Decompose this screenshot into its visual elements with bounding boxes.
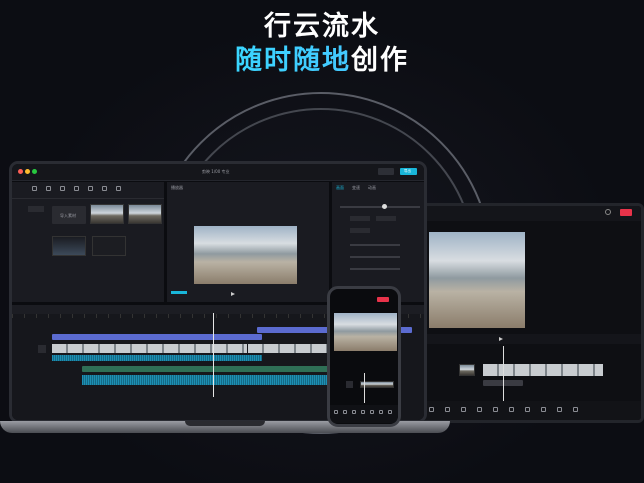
phone-cover-icon[interactable] <box>346 381 353 388</box>
window-titlebar: 剪映 1/00 专业 导出 <box>12 164 424 181</box>
sidebar-item-local[interactable] <box>28 206 44 212</box>
import-button[interactable]: 导入素材 <box>52 206 86 224</box>
inspector-panel: 画面 变速 动画 <box>332 182 424 302</box>
tool-effect-icon[interactable] <box>493 407 498 412</box>
audio-waveform-1[interactable] <box>52 355 262 361</box>
inspector-tab-3[interactable]: 动画 <box>368 185 376 191</box>
text-icon[interactable] <box>60 186 65 191</box>
phone-effect-icon[interactable] <box>370 410 374 414</box>
tablet-export-button[interactable] <box>620 209 632 216</box>
playhead[interactable] <box>213 313 214 397</box>
phone-export-button[interactable] <box>377 297 389 302</box>
app-title: 剪映 1/00 专业 <box>202 169 230 174</box>
tablet-playhead[interactable] <box>503 346 504 406</box>
laptop-notch <box>185 421 265 426</box>
rotate-field[interactable] <box>350 228 370 233</box>
tablet-playbar <box>421 334 641 344</box>
tablet-topbar <box>421 206 641 221</box>
media-thumb-2[interactable] <box>128 204 162 224</box>
export-label: 导出 <box>404 169 411 173</box>
inspector-tab-2[interactable]: 变速 <box>352 185 360 191</box>
sticker-icon[interactable] <box>74 186 79 191</box>
phone-cut-icon[interactable] <box>334 410 338 414</box>
media-icon[interactable] <box>32 186 37 191</box>
audio-waveform-2[interactable] <box>82 375 332 385</box>
opacity-slider[interactable] <box>350 244 400 246</box>
phone-playhead[interactable] <box>364 373 365 403</box>
phone-device <box>327 286 401 427</box>
tool-overlay-icon[interactable] <box>557 407 562 412</box>
media-thumb-4[interactable] <box>92 236 126 256</box>
close-dot[interactable] <box>18 169 23 174</box>
video-clip-1[interactable] <box>52 344 247 353</box>
phone-adjust-icon[interactable] <box>388 410 392 414</box>
import-label: 导入素材 <box>60 213 76 218</box>
mix-slider[interactable] <box>350 268 400 270</box>
tool-canvas-icon[interactable] <box>541 407 546 412</box>
player-video <box>194 226 297 284</box>
blend-slider[interactable] <box>350 256 400 258</box>
timecode <box>171 291 187 294</box>
text-track-1[interactable] <box>52 334 262 340</box>
effect-track[interactable] <box>82 366 332 372</box>
headline-tail: 创作 <box>351 45 409 76</box>
tablet-video-clip[interactable] <box>483 364 603 376</box>
phone-filter-icon[interactable] <box>379 410 383 414</box>
minimize-dot[interactable] <box>25 169 30 174</box>
phone-sticker-icon[interactable] <box>361 410 365 414</box>
scale-slider[interactable] <box>340 206 420 208</box>
tool-filter-icon[interactable] <box>509 407 514 412</box>
tablet-bottom-toolbar <box>421 401 641 420</box>
audio-icon[interactable] <box>46 186 51 191</box>
tool-adjust-icon[interactable] <box>525 407 530 412</box>
play-icon[interactable] <box>499 337 503 341</box>
player-title: 播放器 <box>171 185 183 190</box>
tool-sticker-icon[interactable] <box>477 407 482 412</box>
play-button[interactable] <box>231 292 235 296</box>
divider <box>12 198 164 199</box>
inspector-tab-1[interactable]: 画面 <box>336 185 344 191</box>
promo-canvas: 行云流水 随时随地创作 剪映 1/00 专业 导出 导入素材 播放器 画面 变速… <box>0 0 644 483</box>
tool-cut-icon[interactable] <box>429 407 434 412</box>
pos-y-field[interactable] <box>376 216 396 221</box>
phone-audio-icon[interactable] <box>343 410 347 414</box>
player-panel: 播放器 <box>167 182 329 302</box>
track-cover-icon[interactable] <box>38 345 46 353</box>
filter-icon[interactable] <box>116 186 121 191</box>
shortcut-button[interactable] <box>378 168 394 175</box>
headline-highlight: 随时随地 <box>235 45 351 76</box>
phone-video-clip[interactable] <box>360 381 394 388</box>
phone-text-icon[interactable] <box>352 410 356 414</box>
transition-icon[interactable] <box>102 186 107 191</box>
media-panel: 导入素材 <box>12 182 164 302</box>
tool-crop-icon[interactable] <box>573 407 578 412</box>
media-thumb-1[interactable] <box>90 204 124 224</box>
tool-text-icon[interactable] <box>461 407 466 412</box>
pos-x-field[interactable] <box>350 216 370 221</box>
tool-audio-icon[interactable] <box>445 407 450 412</box>
slider-knob[interactable] <box>382 204 387 209</box>
help-icon[interactable] <box>605 209 611 215</box>
tablet-device <box>418 203 644 423</box>
zoom-dot[interactable] <box>32 169 37 174</box>
tablet-preview-video <box>429 232 525 328</box>
export-button[interactable]: 导出 <box>400 168 417 175</box>
effects-icon[interactable] <box>88 186 93 191</box>
headline-line2: 随时随地创作 <box>0 38 644 77</box>
phone-preview-video <box>334 313 397 351</box>
tablet-clip-thumb[interactable] <box>459 364 475 376</box>
media-thumb-3[interactable] <box>52 236 86 256</box>
video-clip-2[interactable] <box>248 344 332 353</box>
toolbar-icons <box>30 188 31 189</box>
phone-toolbar <box>330 405 398 423</box>
